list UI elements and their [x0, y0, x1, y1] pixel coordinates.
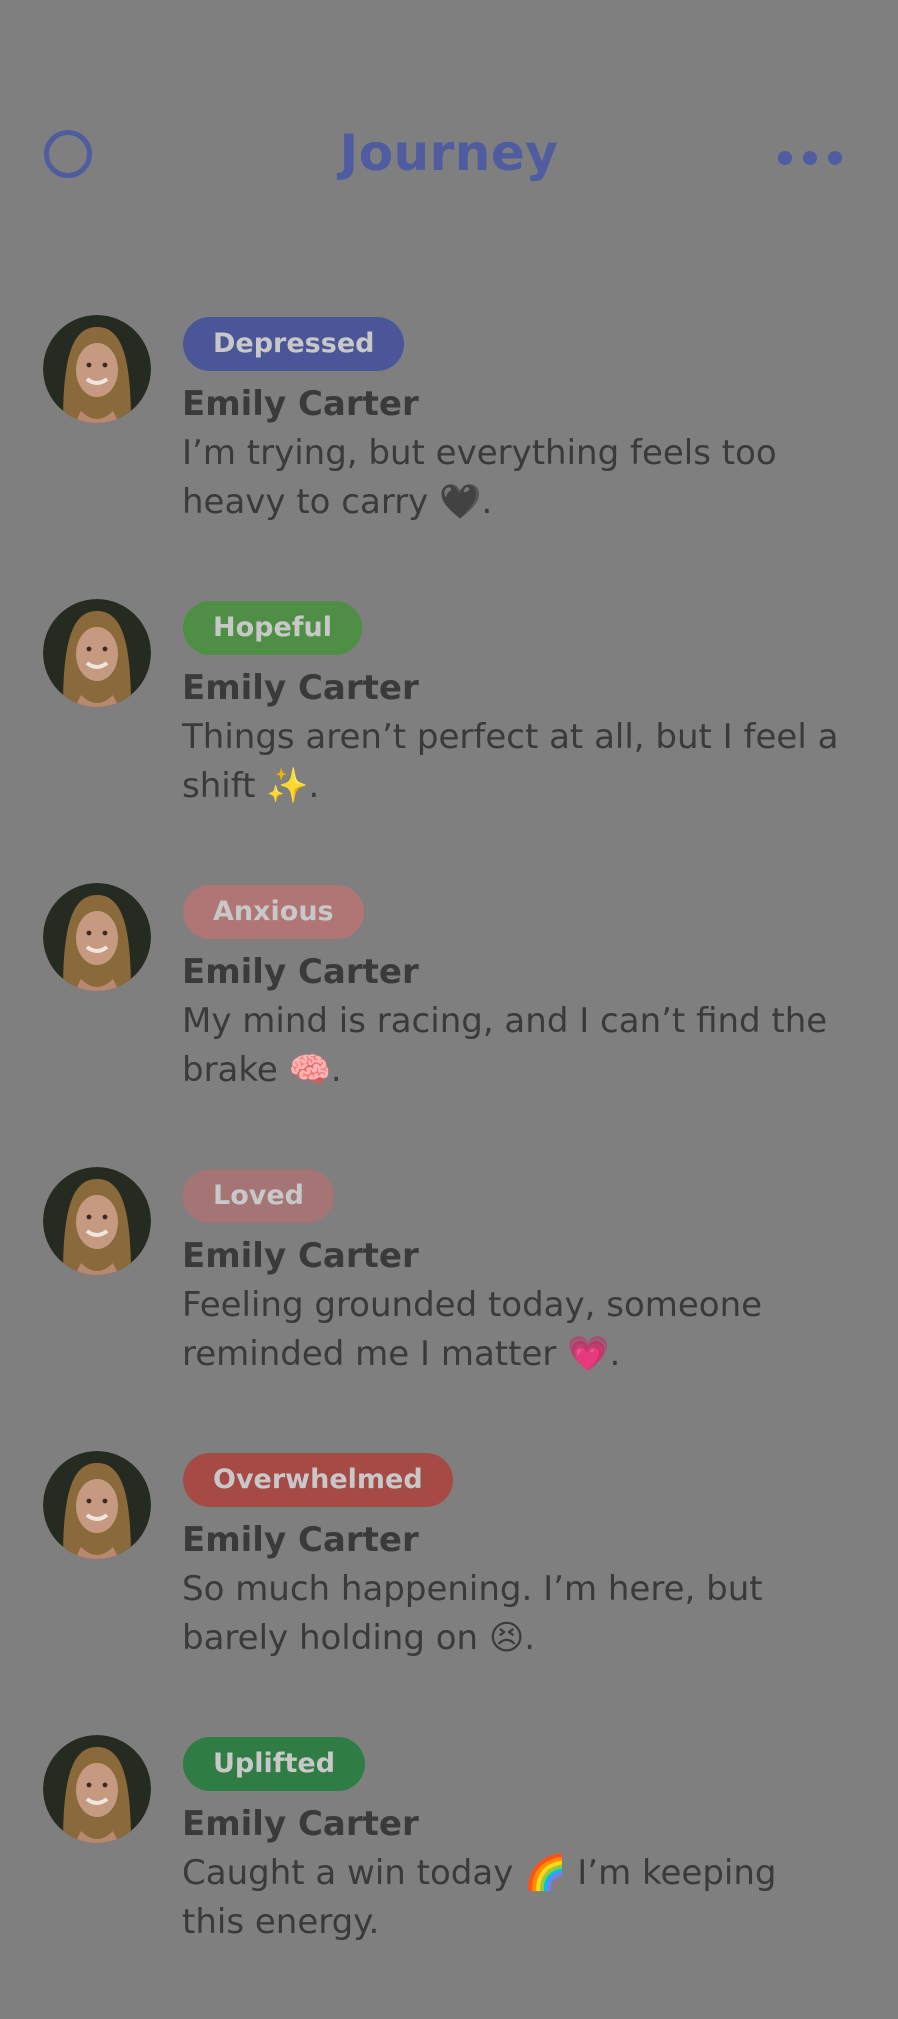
- mood-badge: Anxious: [183, 885, 364, 939]
- journey-entry[interactable]: Overwhelmed Emily Carter So much happeni…: [0, 1451, 898, 1735]
- avatar[interactable]: [43, 315, 151, 423]
- top-bar: Journey: [0, 0, 898, 240]
- journey-entry[interactable]: Depressed Emily Carter I’m trying, but e…: [0, 315, 898, 599]
- journey-feed: Depressed Emily Carter I’m trying, but e…: [0, 315, 898, 2019]
- mood-badge: Loved: [183, 1169, 334, 1223]
- entry-text: My mind is racing, and I can’t find the …: [182, 1001, 828, 1090]
- entry-text: Caught a win today 🌈 I’m keeping this en…: [182, 1853, 777, 1942]
- journey-entry[interactable]: Anxious Emily Carter My mind is racing, …: [0, 883, 898, 1167]
- entry-text: So much happening. I’m here, but barely …: [182, 1569, 763, 1658]
- author-name: Emily Carter: [182, 384, 419, 424]
- mood-badge: Uplifted: [183, 1737, 366, 1791]
- journey-entry[interactable]: Hopeful Emily Carter Things aren’t perfe…: [0, 599, 898, 883]
- mood-badge: Depressed: [183, 317, 405, 371]
- entry-text: Feeling grounded today, someone reminded…: [182, 1285, 763, 1374]
- more-options-icon[interactable]: [778, 150, 842, 166]
- avatar[interactable]: [43, 1167, 151, 1275]
- mood-badge: Overwhelmed: [183, 1453, 453, 1507]
- author-name: Emily Carter: [182, 1520, 419, 1560]
- page-title: Journey: [339, 124, 559, 182]
- author-name: Emily Carter: [182, 1804, 419, 1844]
- avatar[interactable]: [43, 599, 151, 707]
- journey-entry[interactable]: Uplifted Emily Carter Caught a win today…: [0, 1735, 898, 2019]
- avatar[interactable]: [43, 1735, 151, 1843]
- journey-entry[interactable]: Loved Emily Carter Feeling grounded toda…: [0, 1167, 898, 1451]
- dot: [778, 151, 792, 165]
- avatar[interactable]: [43, 1451, 151, 1559]
- author-name: Emily Carter: [182, 952, 419, 992]
- author-name: Emily Carter: [182, 668, 419, 708]
- author-name: Emily Carter: [182, 1236, 419, 1276]
- avatar[interactable]: [43, 883, 151, 991]
- dot: [803, 151, 817, 165]
- mood-badge: Hopeful: [183, 601, 363, 655]
- dot: [828, 151, 842, 165]
- entry-text: I’m trying, but everything feels too hea…: [182, 433, 777, 522]
- entry-text: Things aren’t perfect at all, but I feel…: [182, 717, 839, 806]
